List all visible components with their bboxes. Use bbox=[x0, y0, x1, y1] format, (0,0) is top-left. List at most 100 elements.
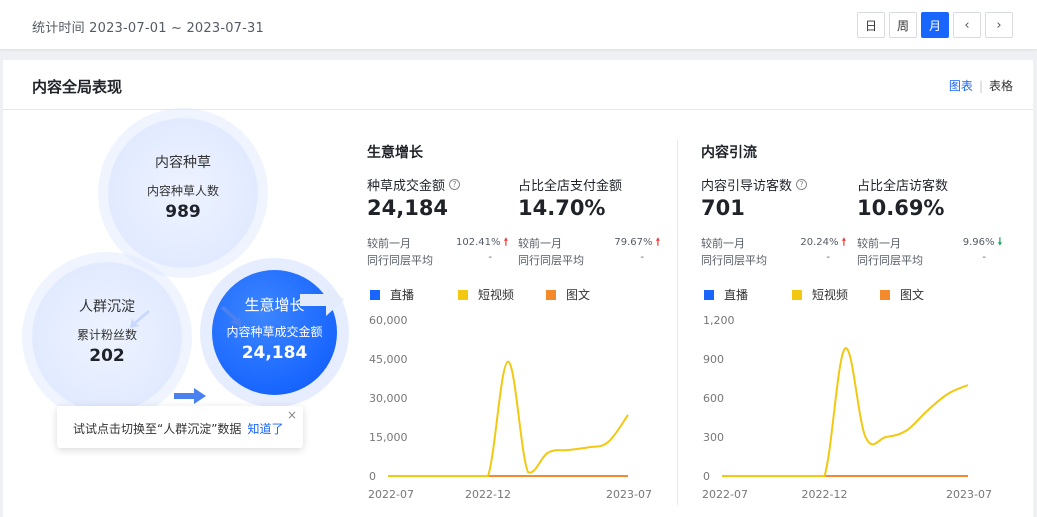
business-m1-label-wrap: 种草成交金额 ? bbox=[367, 175, 461, 194]
business-section-title: 生意增长 bbox=[367, 145, 423, 161]
traffic-m2-cmp2-label: 同行同层平均 bbox=[857, 254, 923, 267]
range-buttons: 日 周 月 ‹ › bbox=[857, 12, 1013, 38]
traffic-m2-value: 10.69% bbox=[857, 196, 945, 220]
legend-label: 直播 bbox=[724, 288, 749, 302]
traffic-m1-value: 701 bbox=[701, 196, 745, 220]
business-chart-legend: 直播 短视频 图文 bbox=[370, 286, 634, 303]
legend-label: 图文 bbox=[900, 288, 925, 302]
legend-label: 短视频 bbox=[478, 288, 515, 302]
range-month-button[interactable]: 月 bbox=[921, 12, 949, 38]
y-tick-label: 900 bbox=[703, 353, 724, 366]
business-line-chart[interactable]: 0 15,000 30,000 45,000 60,000 2022-07 2022-12 2… bbox=[360, 308, 660, 503]
funnel-circle-content-seeding[interactable]: 内容种草 内容种草人数 989 bbox=[108, 118, 258, 268]
traffic-m1-cmp2-label: 同行同层平均 bbox=[701, 254, 767, 267]
funnel-circle-audience[interactable]: 人群沉淀 累计粉丝数 202 bbox=[32, 262, 182, 412]
panel-divider bbox=[3, 109, 1033, 110]
legend-label: 直播 bbox=[390, 288, 415, 302]
business-m1-cmp1-value: 102.41% bbox=[456, 237, 501, 248]
section-divider bbox=[677, 140, 678, 505]
y-tick-label: 0 bbox=[703, 470, 710, 483]
business-m1-cmp1-value-wrap: 102.41% 🠕 bbox=[428, 235, 508, 252]
legend-swatch bbox=[704, 289, 714, 300]
business-m2-cmp1-value-wrap: 79.67% 🠕 bbox=[580, 235, 660, 252]
view-toggle: 图表 | 表格 bbox=[949, 77, 1013, 94]
legend-item-short-video[interactable]: 短视频 bbox=[458, 286, 546, 303]
funnel-rq-title: 人群沉淀 bbox=[79, 299, 135, 315]
top-bar: 统计时间 2023-07-01 ~ 2023-07-31 日 周 月 ‹ › bbox=[0, 0, 1037, 49]
legend-swatch bbox=[880, 289, 890, 300]
legend-label: 图文 bbox=[566, 288, 591, 302]
arrow-down-right-icon bbox=[220, 306, 242, 328]
traffic-m1-label-wrap: 内容引导访客数 ? bbox=[701, 175, 808, 194]
funnel-rq-label: 累计粉丝数 bbox=[76, 328, 137, 342]
arrow-up-icon: 🠕 bbox=[841, 237, 846, 248]
funnel-sy-value: 24,184 bbox=[241, 343, 308, 363]
x-tick-label: 2023-07 bbox=[606, 488, 652, 501]
legend-label: 短视频 bbox=[812, 288, 849, 302]
x-tick-label: 2022-07 bbox=[368, 488, 414, 501]
traffic-m2-cmp1-value-wrap: 9.96% 🠗 bbox=[918, 235, 1002, 252]
help-icon[interactable]: ? bbox=[449, 179, 461, 190]
x-tick-label: 2022-07 bbox=[702, 488, 748, 501]
legend-item-live[interactable]: 直播 bbox=[704, 286, 792, 303]
y-tick-label: 60,000 bbox=[369, 314, 408, 327]
business-m2-cmp1-label: 较前一月 bbox=[518, 237, 562, 250]
close-icon[interactable]: × bbox=[287, 408, 297, 422]
arrow-down-left-icon bbox=[130, 310, 150, 328]
business-m2-label: 占比全店支付金额 bbox=[518, 179, 623, 194]
funnel-zc-title: 内容种草 bbox=[155, 155, 211, 171]
view-table-link[interactable]: 表格 bbox=[989, 77, 1013, 94]
traffic-m1-cmp2-value: - bbox=[826, 252, 830, 263]
chevron-left-icon[interactable]: ‹ bbox=[953, 12, 981, 38]
traffic-line-chart[interactable]: 0 300 600 900 1,200 2022-07 2022-12 2023-07 bbox=[694, 308, 1004, 503]
business-m2-cmp2-value: - bbox=[640, 252, 644, 263]
range-day-button[interactable]: 日 bbox=[857, 12, 885, 38]
traffic-chart-legend: 直播 短视频 图文 bbox=[704, 286, 968, 303]
series-line-1[interactable] bbox=[722, 347, 969, 477]
legend-item-short-video[interactable]: 短视频 bbox=[792, 286, 880, 303]
view-chart-link[interactable]: 图表 bbox=[949, 77, 973, 94]
legend-item-graphic[interactable]: 图文 bbox=[546, 286, 634, 303]
y-tick-label: 30,000 bbox=[369, 392, 408, 405]
traffic-section-title: 内容引流 bbox=[701, 145, 757, 161]
chevron-right-icon[interactable]: › bbox=[985, 12, 1013, 38]
arrow-up-icon: 🠕 bbox=[503, 237, 508, 248]
tip-got-it-link[interactable]: 知道了 bbox=[247, 422, 283, 436]
y-tick-label: 15,000 bbox=[369, 431, 408, 444]
legend-swatch bbox=[546, 289, 556, 300]
tip-text: 试试点击切换至“人群沉淀”数据 bbox=[73, 422, 242, 436]
traffic-m1-cmp1-label: 较前一月 bbox=[701, 237, 745, 250]
arrow-down-icon: 🠗 bbox=[997, 237, 1002, 248]
y-tick-label: 600 bbox=[703, 392, 724, 405]
traffic-m2-cmp1-value: 9.96% bbox=[962, 237, 995, 248]
legend-swatch bbox=[370, 289, 380, 300]
legend-item-graphic[interactable]: 图文 bbox=[880, 286, 968, 303]
y-tick-label: 1,200 bbox=[703, 314, 735, 327]
traffic-m1-cmp1-value: 20.24% bbox=[800, 237, 839, 248]
panel-title: 内容全局表现 bbox=[32, 78, 123, 96]
date-range: 统计时间 2023-07-01 ~ 2023-07-31 bbox=[32, 21, 264, 36]
help-icon[interactable]: ? bbox=[796, 179, 808, 190]
business-m1-label: 种草成交金额 bbox=[367, 179, 446, 194]
switch-tip: 试试点击切换至“人群沉淀”数据 知道了 × bbox=[57, 406, 303, 448]
y-tick-label: 0 bbox=[369, 470, 376, 483]
business-m1-cmp1-label: 较前一月 bbox=[367, 237, 411, 250]
business-m2-value: 14.70% bbox=[518, 196, 606, 220]
arrow-right-large-icon bbox=[300, 284, 344, 316]
x-tick-label: 2023-07 bbox=[946, 488, 992, 501]
series-line-1[interactable] bbox=[388, 360, 629, 477]
funnel-zc-value: 989 bbox=[165, 202, 201, 222]
range-week-button[interactable]: 周 bbox=[889, 12, 917, 38]
y-tick-label: 45,000 bbox=[369, 353, 408, 366]
legend-item-live[interactable]: 直播 bbox=[370, 286, 458, 303]
business-m2-cmp1-value: 79.67% bbox=[614, 237, 653, 248]
arrow-right-icon bbox=[174, 388, 206, 404]
business-m1-cmp2-label: 同行同层平均 bbox=[367, 254, 433, 267]
arrow-up-icon: 🠕 bbox=[655, 237, 660, 248]
traffic-m1-cmp1-value-wrap: 20.24% 🠕 bbox=[762, 235, 846, 252]
business-m2-cmp2-label: 同行同层平均 bbox=[518, 254, 584, 267]
traffic-m2-label: 占比全店访客数 bbox=[857, 179, 949, 194]
x-tick-label: 2022-12 bbox=[465, 488, 511, 501]
business-m1-value: 24,184 bbox=[367, 196, 449, 220]
funnel-rq-value: 202 bbox=[89, 346, 125, 366]
